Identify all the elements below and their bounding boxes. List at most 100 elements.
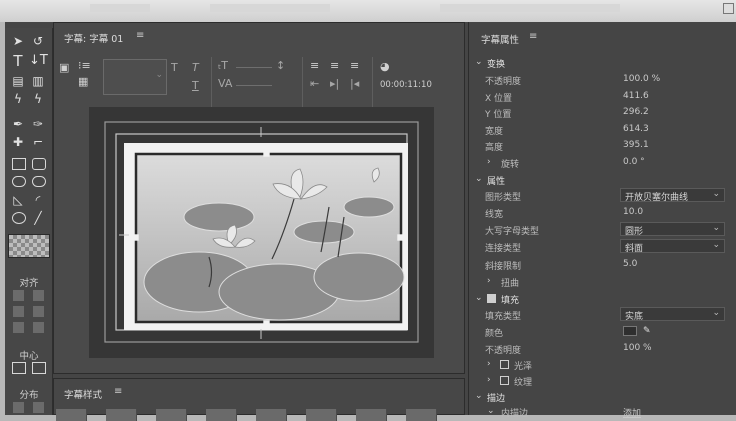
align-text-left-icon[interactable]: ≡ <box>310 59 319 72</box>
selection-tool-icon[interactable]: ➤ <box>9 34 27 48</box>
style-thumbnail[interactable] <box>356 409 387 421</box>
join-type-dropdown[interactable]: 斜面 ⌄ <box>620 239 725 254</box>
style-thumbnail[interactable] <box>56 409 87 421</box>
style-thumbnail[interactable] <box>406 409 437 421</box>
italic-icon[interactable]: T <box>192 61 199 74</box>
title-canvas[interactable] <box>89 107 434 358</box>
texture-checkbox[interactable] <box>500 376 509 385</box>
underline-icon[interactable]: T <box>192 79 199 92</box>
rounded-corner-tool-icon[interactable] <box>32 176 46 187</box>
convert-anchor-tool-icon[interactable]: ⌐ <box>29 135 47 149</box>
align-center-h-icon[interactable] <box>13 306 24 317</box>
transform-section[interactable]: ⌄ 变换 <box>469 54 736 71</box>
align-text-center-icon[interactable]: ≡ <box>330 59 339 72</box>
bold-icon[interactable]: T <box>171 61 178 74</box>
leading-icon[interactable]: ↕ <box>276 59 285 72</box>
chevron-right-icon: › <box>487 359 491 369</box>
center-section-label: 中心 <box>19 351 39 362</box>
distribute-right-icon[interactable] <box>33 402 44 413</box>
cap-type-dropdown[interactable]: 圆形 ⌄ <box>620 222 725 237</box>
add-inner-stroke-link[interactable]: 添加 <box>623 406 641 419</box>
chevron-right-icon: › <box>487 276 491 286</box>
style-thumbnail[interactable] <box>106 409 137 421</box>
show-background-video-icon[interactable]: ◕ <box>380 60 390 73</box>
prev-tab-icon[interactable]: |◂ <box>350 77 359 90</box>
roll-crawl-icon[interactable]: ⁝≡ <box>78 59 91 72</box>
clipped-corner-tool-icon[interactable] <box>12 176 26 187</box>
center-horizontal-icon[interactable] <box>12 362 26 374</box>
background-timecode[interactable]: 00:00:11:10 <box>380 80 432 90</box>
style-thumbnail[interactable] <box>206 409 237 421</box>
vertical-path-type-tool-icon[interactable]: ϟ <box>29 92 47 106</box>
center-vertical-icon[interactable] <box>32 362 46 374</box>
delete-anchor-tool-icon[interactable]: ✑ <box>29 117 47 131</box>
sheen-row[interactable]: › 光泽 <box>469 356 736 373</box>
fill-type-dropdown[interactable]: 实底 ⌄ <box>620 307 725 322</box>
line-tool-icon[interactable]: ╱ <box>29 211 47 225</box>
properties-menu-icon[interactable]: ≡ <box>529 31 537 42</box>
rotate-tool-icon[interactable]: ↺ <box>29 34 47 48</box>
rectangle-tool-icon[interactable] <box>12 158 26 170</box>
tab-stops-icon[interactable]: ⇤ <box>310 77 319 90</box>
distort-row[interactable]: › 扭曲 <box>469 273 736 290</box>
window-top-bar <box>0 0 736 22</box>
blurred-bar <box>90 4 150 12</box>
height-value[interactable]: 395.1 <box>623 140 649 150</box>
ellipse-tool-icon[interactable] <box>12 212 26 224</box>
panel-menu-icon[interactable]: ≡ <box>136 30 144 41</box>
styles-panel-title: 字幕样式 <box>64 390 103 401</box>
templates-icon[interactable]: ▦ <box>78 75 88 88</box>
y-position-value[interactable]: 296.2 <box>623 107 649 117</box>
opacity-value[interactable]: 100.0 % <box>623 74 660 84</box>
vertical-type-tool-icon[interactable]: ↓T <box>29 54 48 68</box>
graphic-type-dropdown[interactable]: 开放贝塞尔曲线 ⌄ <box>620 188 725 203</box>
align-bottom-icon[interactable] <box>33 322 44 333</box>
kerning-icon[interactable]: VA <box>218 77 232 90</box>
type-tool-icon[interactable]: T <box>9 54 27 69</box>
path-type-tool-icon[interactable]: ϟ <box>9 92 27 106</box>
style-swatch-preview[interactable] <box>8 234 50 258</box>
eyedropper-icon[interactable]: ✎ <box>643 326 651 336</box>
font-family-dropdown[interactable]: ⌄ <box>103 59 167 95</box>
pen-tool-icon[interactable]: ✒ <box>9 117 27 131</box>
attributes-section[interactable]: ⌄ 属性 <box>469 171 736 188</box>
arc-tool-icon[interactable]: ◜ <box>29 193 47 207</box>
wedge-tool-icon[interactable]: ◺ <box>9 193 27 207</box>
width-value[interactable]: 614.3 <box>623 124 649 134</box>
vertical-area-type-tool-icon[interactable]: ▥ <box>29 74 47 88</box>
fill-color-swatch[interactable] <box>623 326 637 336</box>
align-right-icon[interactable] <box>13 322 24 333</box>
style-thumbnail[interactable] <box>306 409 337 421</box>
sheen-checkbox[interactable] <box>500 360 509 369</box>
align-center-v-icon[interactable] <box>33 306 44 317</box>
next-tab-icon[interactable]: ▸| <box>330 77 339 90</box>
area-type-tool-icon[interactable]: ▤ <box>9 74 27 88</box>
line-width-value[interactable]: 10.0 <box>623 207 643 217</box>
rotation-row[interactable]: › 旋转 0.0 ° <box>469 154 736 171</box>
fill-section[interactable]: ⌄ 填充 <box>469 290 736 307</box>
x-position-value[interactable]: 411.6 <box>623 91 649 101</box>
fill-opacity-value[interactable]: 100 % <box>623 343 652 353</box>
styles-menu-icon[interactable]: ≡ <box>114 386 122 397</box>
height-row: 高度 395.1 <box>485 140 649 153</box>
style-thumbnail[interactable] <box>156 409 187 421</box>
line-width-row: 线宽 10.0 <box>485 207 644 220</box>
miter-limit-value[interactable]: 5.0 <box>623 259 637 269</box>
fill-checkbox[interactable] <box>487 294 496 303</box>
close-icon[interactable] <box>723 3 734 14</box>
new-title-icon[interactable]: ▣ <box>59 61 69 74</box>
font-size-slider[interactable] <box>236 67 272 68</box>
width-row: 宽度 614.3 <box>485 124 649 137</box>
style-thumbnail[interactable] <box>256 409 287 421</box>
align-left-icon[interactable] <box>13 290 24 301</box>
kerning-slider[interactable] <box>236 85 272 86</box>
rounded-rectangle-tool-icon[interactable] <box>32 158 46 170</box>
distribute-left-icon[interactable] <box>13 402 24 413</box>
font-size-icon[interactable]: ₜT <box>218 59 228 72</box>
texture-row[interactable]: › 纹理 <box>469 372 736 389</box>
add-anchor-tool-icon[interactable]: ✚ <box>9 135 27 149</box>
rotation-value[interactable]: 0.0 ° <box>623 157 645 167</box>
chevron-down-icon: ⌄ <box>475 57 483 67</box>
align-text-right-icon[interactable]: ≡ <box>350 59 359 72</box>
align-top-icon[interactable] <box>33 290 44 301</box>
